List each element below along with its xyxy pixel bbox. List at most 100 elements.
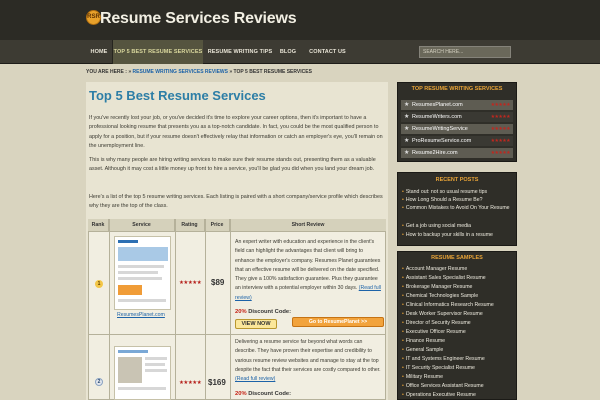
discount-label: Discount Code:: [248, 309, 292, 315]
discount-line: 20% Discount Code:: [235, 391, 291, 397]
bullet-icon: •: [402, 329, 404, 335]
sample-link[interactable]: • Finance Resume: [402, 337, 514, 346]
logo-icon[interactable]: RSR: [86, 10, 101, 25]
sample-link[interactable]: • Military Resume: [402, 373, 514, 382]
thumb-banner-icon: [118, 247, 168, 261]
table-divider: [175, 219, 176, 400]
sample-link[interactable]: • Desk Worker Supervisor Resume: [402, 310, 514, 319]
read-full-review-link[interactable]: (Read full review): [235, 376, 275, 382]
bullet-icon: •: [402, 356, 404, 362]
nav-item-home[interactable]: HOME: [86, 40, 112, 64]
rating-stars: ★★★★★: [490, 126, 511, 132]
star-icon: ★: [404, 102, 410, 108]
breadcrumb-separator: »: [128, 69, 132, 75]
sample-link[interactable]: • IT Security Specialist Resume: [402, 364, 514, 373]
top-service-label[interactable]: ResumesPlanet.com: [412, 102, 463, 108]
table-header-rating: Rating: [175, 219, 205, 231]
bullet-icon: •: [402, 365, 404, 371]
sample-link[interactable]: • Brokerage Manager Resume: [402, 283, 514, 292]
sample-link[interactable]: • Account Manager Resume: [402, 265, 514, 274]
thumb-button-icon: [118, 285, 142, 295]
thumb-text-icon: [145, 369, 167, 372]
sample-link[interactable]: • Office Services Assistant Resume: [402, 382, 514, 391]
price: $89: [211, 278, 225, 287]
table-header-price: Price: [205, 219, 230, 231]
discount-percent: 20%: [235, 391, 247, 397]
review-text: Delivering a resume service far beyond w…: [235, 339, 381, 373]
breadcrumb-current: TOP 5 BEST RESUME SERVICES: [233, 69, 312, 75]
nav-item-contact[interactable]: CONTACT US: [300, 40, 355, 64]
thumb-text-icon: [145, 357, 167, 360]
recent-post-link[interactable]: • How Long Should a Resume Be?: [402, 196, 514, 204]
sample-link[interactable]: • IT and Systems Engineer Resume: [402, 355, 514, 364]
recent-post-link[interactable]: • Common Mistakes to Avoid On Your Resume: [402, 204, 514, 212]
short-review: Delivering a resume service far beyond w…: [235, 338, 384, 384]
sample-link[interactable]: • Chemical Technologies Sample: [402, 292, 514, 301]
top-service-item[interactable]: ★ Resume2Hire.com ★★★★★: [401, 148, 513, 158]
discount-line: 20% Discount Code:: [235, 309, 291, 315]
site-header: RSR Resume Services Reviews: [0, 0, 600, 40]
intro-paragraph: If you've recently lost your job, or you…: [89, 115, 383, 149]
thumb-text-icon: [118, 265, 164, 268]
widget-title: RESUME SAMPLES: [431, 255, 483, 261]
nav-item-writing-tips[interactable]: RESUME WRITING TIPS: [204, 40, 276, 64]
table-header-service: Service: [109, 219, 175, 231]
go-to-site-button[interactable]: Go to ResumePlanet >>: [292, 317, 384, 327]
view-now-button[interactable]: VIEW NOW: [235, 319, 277, 329]
rating-stars: ★★★★★: [490, 102, 511, 108]
breadcrumb-separator: »: [229, 69, 233, 75]
recent-post-link[interactable]: • Stand out: not so usual resume tips: [402, 188, 514, 196]
table-divider: [88, 231, 386, 232]
thumb-text-icon: [118, 271, 158, 274]
short-review: An expert writer with education and expe…: [235, 238, 384, 303]
thumb-photo-icon: [118, 357, 142, 383]
nav-item-blog[interactable]: BLOG: [277, 40, 299, 64]
site-title[interactable]: Resume Services Reviews: [100, 10, 297, 28]
service-thumbnail[interactable]: [114, 236, 171, 310]
table-header-review: Short Review: [230, 219, 386, 231]
table-divider: [230, 219, 231, 400]
recent-post-link[interactable]: • How to backup your skills in a resume: [402, 231, 514, 239]
search-input[interactable]: SEARCH HERE...: [419, 46, 511, 58]
bullet-icon: •: [402, 311, 404, 317]
discount-percent: 20%: [235, 309, 247, 315]
breadcrumb-link[interactable]: RESUME WRITING SERVICES REVIEWS: [133, 69, 228, 75]
table-divider: [88, 334, 386, 335]
sample-link[interactable]: • Operations Executive Resume: [402, 391, 514, 400]
sample-link[interactable]: • Clinical Informatics Research Resume: [402, 301, 514, 310]
sample-link[interactable]: • General Sample: [402, 346, 514, 355]
thumb-text-icon: [118, 299, 166, 302]
bullet-icon: •: [402, 383, 404, 389]
body-paragraph: This is why many people are hiring writi…: [89, 157, 376, 173]
top-service-item[interactable]: ★ ResumesPlanet.com ★★★★★: [401, 100, 513, 110]
service-link[interactable]: ResumesPlanet.com: [117, 312, 165, 318]
bullet-icon: •: [402, 197, 404, 203]
body-paragraph: Here's a list of the top 5 resume writin…: [89, 194, 383, 210]
sample-link[interactable]: • Executive Officer Resume: [402, 328, 514, 337]
thumb-text-icon: [145, 363, 165, 366]
top-service-item[interactable]: ★ ResumeWritingService ★★★★★: [401, 124, 513, 134]
bullet-icon: •: [402, 293, 404, 299]
review-text: An expert writer with education and expe…: [235, 239, 381, 292]
bullet-icon: •: [402, 374, 404, 380]
star-icon: ★: [404, 114, 410, 120]
table-header-rank: Rank: [88, 219, 109, 231]
discount-label: Discount Code:: [248, 391, 292, 397]
top-service-item[interactable]: ★ ProResumeService.com ★★★★★: [401, 136, 513, 146]
top-service-item[interactable]: ★ ResumeWriters.com ★★★★★: [401, 112, 513, 122]
top-service-label[interactable]: ResumeWriters.com: [412, 114, 462, 120]
service-thumbnail[interactable]: [114, 346, 171, 400]
sample-link[interactable]: • Assistant Sales Specialist Resume: [402, 274, 514, 283]
breadcrumb: YOU ARE HERE : » RESUME WRITING SERVICES…: [86, 69, 312, 75]
top-service-label[interactable]: Resume2Hire.com: [412, 150, 458, 156]
bullet-icon: •: [402, 347, 404, 353]
bullet-icon: •: [402, 232, 404, 238]
top-service-label[interactable]: ProResumeService.com: [412, 138, 471, 144]
recent-post-link[interactable]: • Get a job using social media: [402, 222, 514, 230]
bullet-icon: •: [402, 266, 404, 272]
nav-item-top5[interactable]: TOP 5 BEST RESUME SERVICES: [113, 40, 203, 64]
rating-stars: ★★★★★: [490, 150, 511, 156]
top-service-label[interactable]: ResumeWritingService: [412, 126, 468, 132]
sample-link[interactable]: • Director of Security Resume: [402, 319, 514, 328]
rank-badge: 1: [95, 280, 103, 288]
